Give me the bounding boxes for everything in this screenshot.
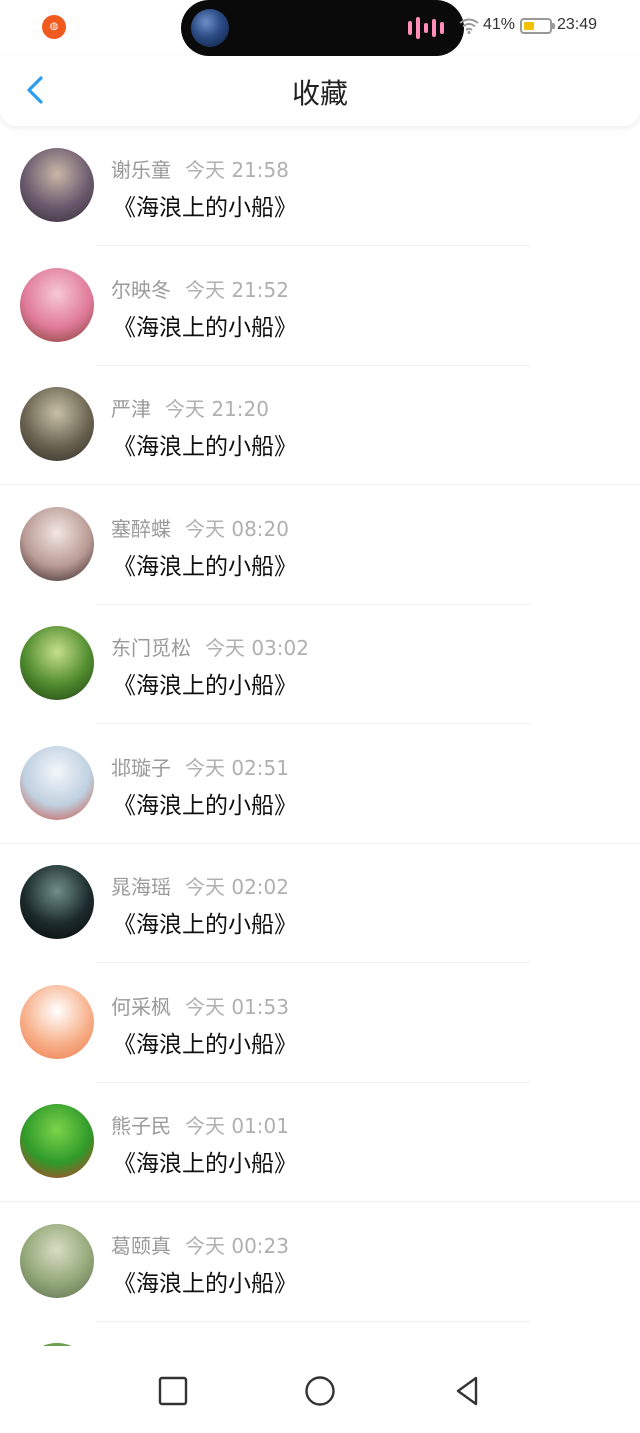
favorite-title: 《海浪上的小船》 <box>113 195 297 221</box>
favorite-title: 《海浪上的小船》 <box>113 912 297 938</box>
timestamp: 今天 21:52 <box>185 278 289 302</box>
favorite-item[interactable]: 尔映冬 今天 21:52 《海浪上的小船》 <box>0 246 640 366</box>
user-avatar[interactable] <box>20 387 94 461</box>
user-avatar[interactable] <box>20 626 94 700</box>
user-avatar[interactable] <box>20 148 94 222</box>
item-meta: 熊子民 今天 01:01 <box>111 1110 289 1139</box>
back-triangle-icon[interactable] <box>447 1371 487 1411</box>
user-name: 谢乐童 <box>111 158 171 182</box>
favorite-item[interactable]: 何采枫 今天 01:53 《海浪上的小船》 <box>0 963 640 1083</box>
item-meta: 谢乐童 今天 21:58 <box>111 154 289 183</box>
dynamic-island[interactable] <box>181 0 464 56</box>
timestamp: 今天 01:01 <box>185 1114 289 1138</box>
timestamp: 今天 08:20 <box>185 517 289 541</box>
user-avatar[interactable] <box>20 865 94 939</box>
user-avatar[interactable] <box>20 746 94 820</box>
item-meta: 邶璇子 今天 02:51 <box>111 752 289 781</box>
user-name: 严津 <box>111 397 151 421</box>
timestamp: 今天 03:02 <box>205 636 309 660</box>
favorite-item[interactable]: 严津 今天 21:20 《海浪上的小船》 <box>0 365 640 485</box>
favorite-title: 《海浪上的小船》 <box>113 315 297 341</box>
system-nav-bar <box>0 1346 640 1433</box>
user-name: 熊子民 <box>111 1114 171 1138</box>
audio-wave-icon <box>408 17 444 39</box>
divider <box>96 1321 530 1322</box>
page-header: 收藏 <box>0 56 640 126</box>
favorite-item[interactable]: 谢乐童 今天 21:58 《海浪上的小船》 <box>0 126 640 246</box>
user-name: 邶璇子 <box>111 756 171 780</box>
home-icon[interactable] <box>300 1371 340 1411</box>
favorite-title: 《海浪上的小船》 <box>113 434 297 460</box>
user-avatar[interactable] <box>20 268 94 342</box>
user-avatar[interactable] <box>20 1224 94 1298</box>
item-meta: 晁海瑶 今天 02:02 <box>111 871 289 900</box>
timestamp: 今天 02:51 <box>185 756 289 780</box>
user-name: 葛颐真 <box>111 1234 171 1258</box>
island-avatar <box>191 9 229 47</box>
user-name: 晁海瑶 <box>111 875 171 899</box>
favorite-title: 《海浪上的小船》 <box>113 1032 297 1058</box>
user-name: 东门觅松 <box>111 636 191 660</box>
timestamp: 今天 21:20 <box>165 397 269 421</box>
battery-percentage: 41% <box>483 16 516 33</box>
favorite-title: 《海浪上的小船》 <box>113 673 297 699</box>
item-meta: 尔映冬 今天 21:52 <box>111 274 289 303</box>
status-time: 23:49 <box>557 16 598 33</box>
timestamp: 今天 21:58 <box>185 158 289 182</box>
favorites-list[interactable]: 谢乐童 今天 21:58 《海浪上的小船》 尔映冬 今天 21:52 《海浪上的小船》 严津… <box>0 126 640 1346</box>
favorite-title: 《海浪上的小船》 <box>113 554 297 580</box>
item-meta: 何采枫 今天 01:53 <box>111 991 289 1020</box>
favorite-item[interactable]: 东门觅松 今天 03:02 《海浪上的小船》 <box>0 604 640 724</box>
user-name: 尔映冬 <box>111 278 171 302</box>
favorite-title: 《海浪上的小船》 <box>113 793 297 819</box>
recent-apps-icon[interactable] <box>153 1371 193 1411</box>
favorite-item[interactable]: 邶璇子 今天 02:51 《海浪上的小船》 <box>0 724 640 844</box>
user-avatar[interactable] <box>20 985 94 1059</box>
status-bar: ◍ 41% 23:49 <box>0 0 640 56</box>
battery-icon <box>520 18 555 34</box>
page-title: 收藏 <box>291 77 348 110</box>
item-meta: 塞醉蝶 今天 08:20 <box>111 513 289 542</box>
user-avatar[interactable] <box>20 1104 94 1178</box>
app-notification-icon: ◍ <box>42 15 66 39</box>
favorite-item[interactable]: 塞醉蝶 今天 08:20 《海浪上的小船》 <box>0 485 640 605</box>
favorite-item[interactable]: 熊子民 今天 01:01 《海浪上的小船》 <box>0 1082 640 1202</box>
favorite-title: 《海浪上的小船》 <box>113 1271 297 1297</box>
timestamp: 今天 00:23 <box>185 1234 289 1258</box>
timestamp: 今天 02:02 <box>185 875 289 899</box>
item-meta: 葛颐真 今天 00:23 <box>111 1230 289 1259</box>
timestamp: 今天 01:53 <box>185 995 289 1019</box>
favorite-title: 《海浪上的小船》 <box>113 1151 297 1177</box>
user-avatar[interactable] <box>20 507 94 581</box>
user-name: 何采枫 <box>111 995 171 1019</box>
favorite-item[interactable]: 葛颐真 今天 00:23 《海浪上的小船》 <box>0 1202 640 1322</box>
favorite-item[interactable]: 晁海瑶 今天 02:02 《海浪上的小船》 <box>0 843 640 963</box>
wifi-icon <box>459 18 479 34</box>
item-meta: 东门觅松 今天 03:02 <box>111 632 309 661</box>
user-name: 塞醉蝶 <box>111 517 171 541</box>
item-meta: 严津 今天 21:20 <box>111 393 269 422</box>
